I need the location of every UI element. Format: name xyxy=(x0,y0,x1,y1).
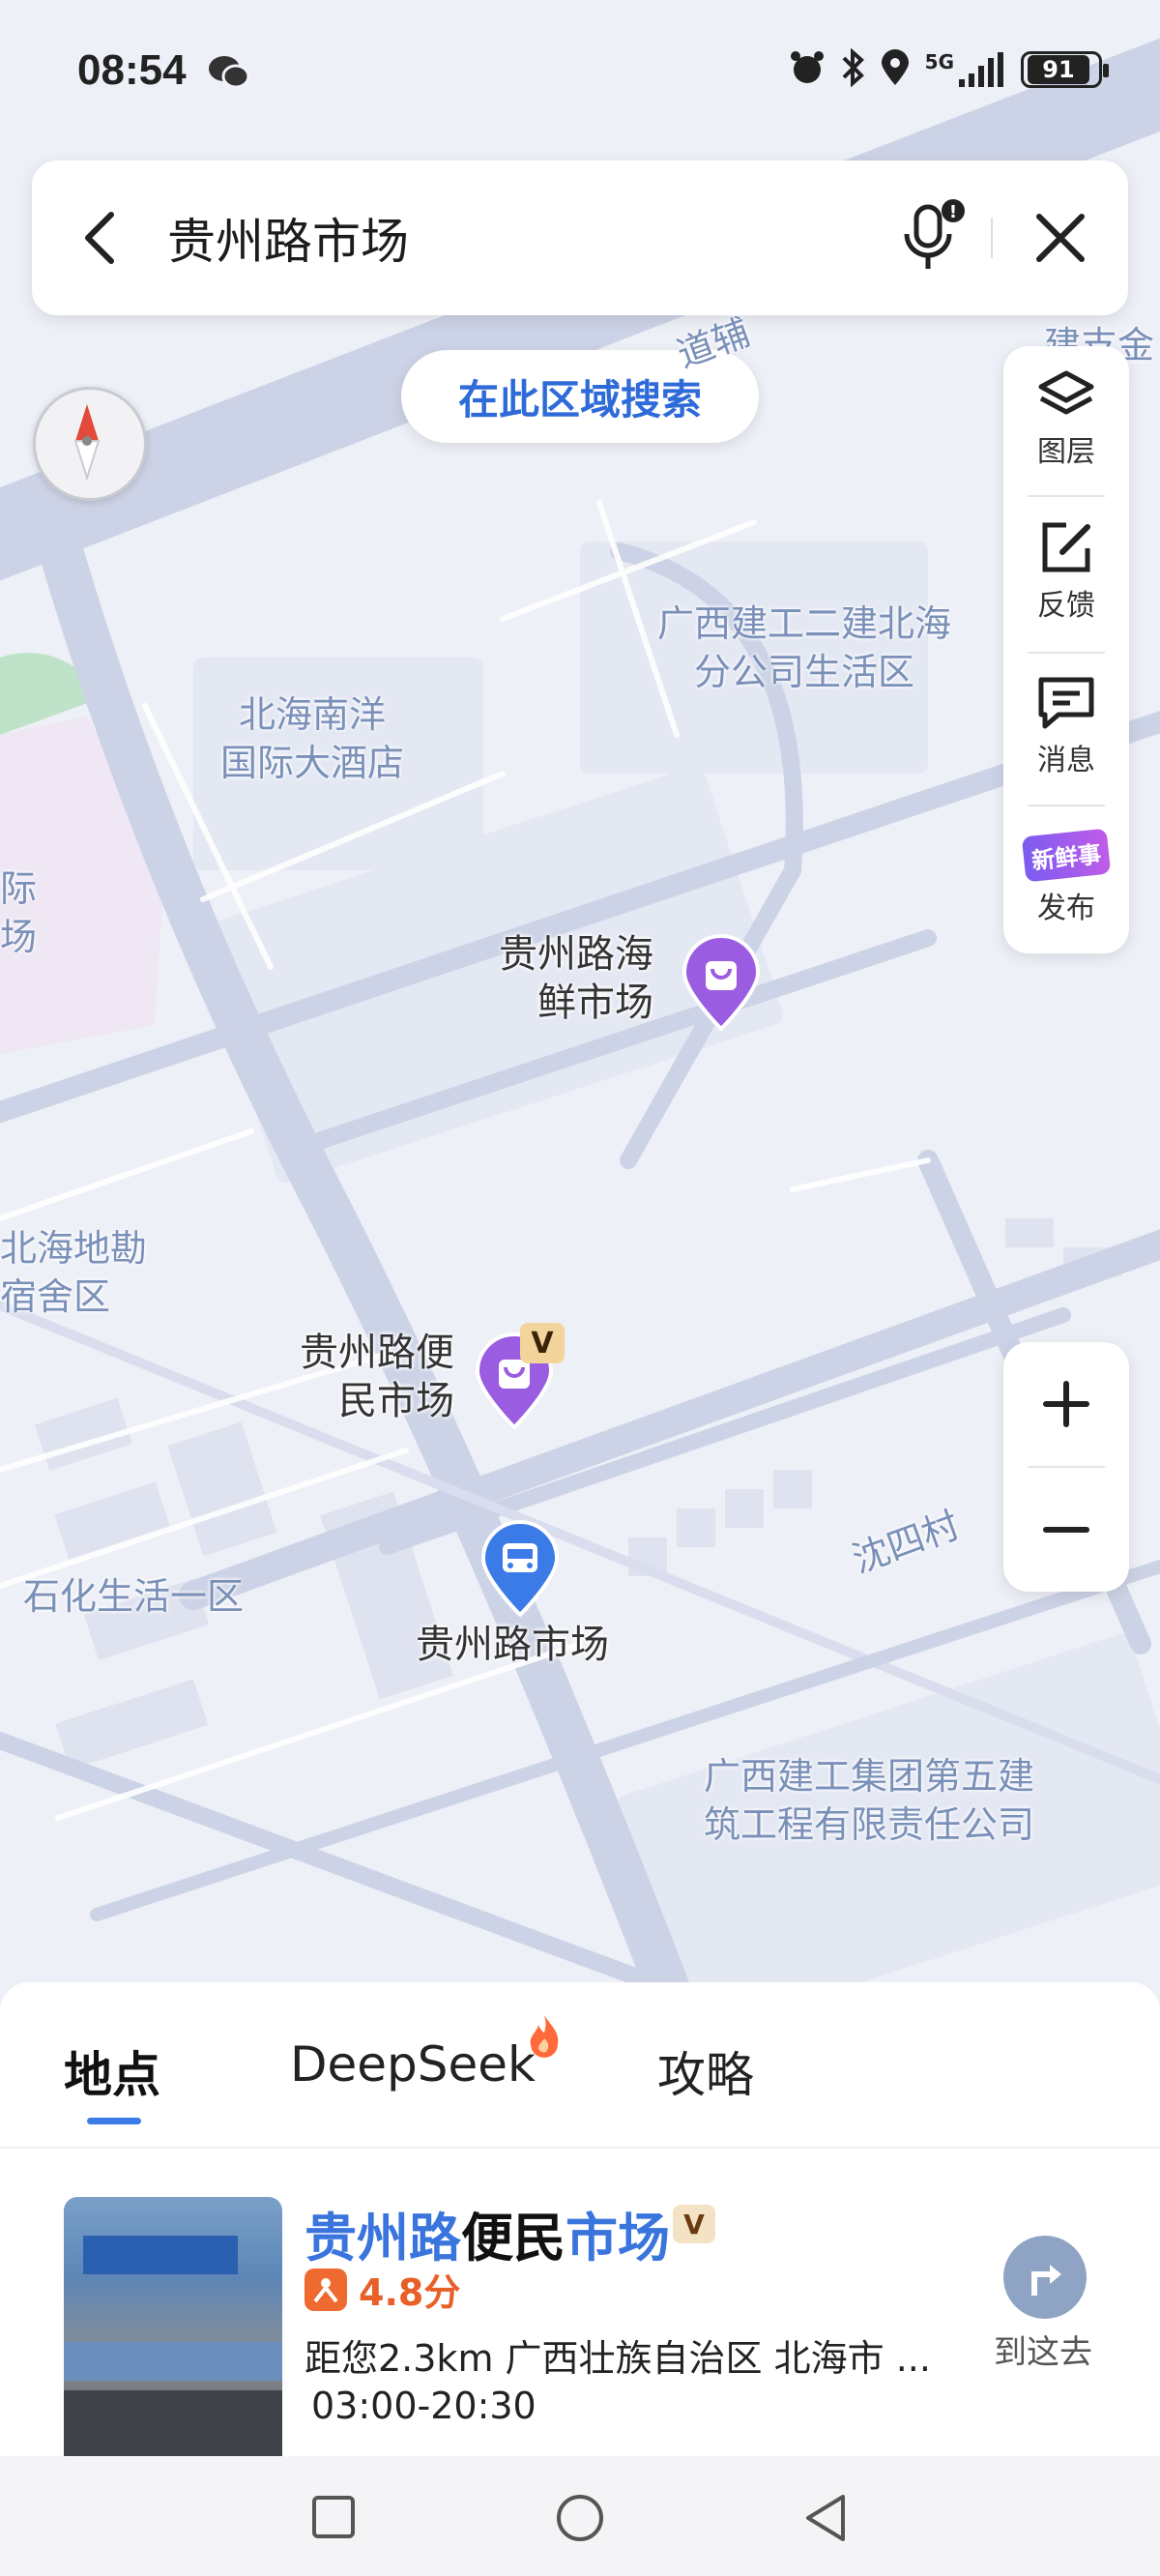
title-segment: 贵州路 xyxy=(304,2208,461,2269)
status-time: 08:54 xyxy=(77,46,187,94)
close-icon xyxy=(1036,214,1085,262)
microphone-icon: ! xyxy=(904,199,965,269)
zoom-out-button[interactable] xyxy=(1003,1468,1129,1592)
publish-label: 发布 xyxy=(1037,891,1095,925)
search-input[interactable]: 贵州路市场 xyxy=(167,203,875,273)
back-nav-button[interactable] xyxy=(802,2493,847,2547)
alarm-icon xyxy=(788,48,826,91)
square-icon xyxy=(312,2496,355,2538)
area-label-line: 北海南洋 xyxy=(239,693,387,736)
poi-label-line: 民市场 xyxy=(338,1379,454,1423)
route-arrow-icon xyxy=(1031,2265,1061,2296)
tab-places[interactable]: 地点 xyxy=(64,2036,160,2106)
search-bar: 贵州路市场 ! xyxy=(32,161,1128,315)
voice-search-button[interactable]: ! xyxy=(875,161,991,315)
bus-stop-pin-icon xyxy=(480,1520,560,1618)
poi-label-line: 贵州路便 xyxy=(300,1331,454,1375)
active-tab-indicator xyxy=(87,2118,141,2124)
result-tabs: 地点 DeepSeek 攻略 xyxy=(0,1982,1160,2149)
verified-badge: V xyxy=(520,1323,565,1363)
clear-search-button[interactable] xyxy=(993,161,1128,315)
map-tools-panel: 图层 反馈 消息 新鲜事 发布 xyxy=(1003,346,1129,953)
tab-deepseek[interactable]: DeepSeek xyxy=(290,2036,536,2093)
messages-label: 消息 xyxy=(1037,744,1095,777)
area-label-line: 筑工程有限责任公司 xyxy=(704,1803,1035,1846)
poi-label-bus-stop[interactable]: 贵州路市场 xyxy=(416,1621,609,1669)
poi-marker-bus-stop[interactable] xyxy=(479,1520,561,1621)
hot-fire-icon xyxy=(525,2013,564,2066)
title-segment: 市场 xyxy=(566,2208,670,2269)
area-label-line: 广西建工二建北海 xyxy=(657,602,952,645)
area-label-shihua: 石化生活一区 xyxy=(23,1575,245,1618)
area-label-guangxi-jiangong-2: 广西建工二建北海 分公司生活区 xyxy=(657,600,951,696)
poi-marker-seafood-market[interactable] xyxy=(681,934,762,1035)
area-label-line: 际 xyxy=(0,867,38,910)
poi-label-line: 鲜市场 xyxy=(537,981,653,1025)
zoom-in-button[interactable] xyxy=(1003,1342,1129,1466)
area-label-guangxi-jiangong-5: 广西建工集团第五建 筑工程有限责任公司 xyxy=(704,1752,1034,1849)
result-opening-hours: 03:00-20:30 xyxy=(311,2385,536,2427)
rating-row: 4.8分 xyxy=(304,2263,460,2316)
battery-level: 91 xyxy=(1028,55,1089,84)
message-icon xyxy=(1038,677,1094,729)
area-label-line: 分公司生活区 xyxy=(694,651,915,693)
area-label-beihai-dikan: 北海地勘 宿舍区 xyxy=(0,1224,147,1321)
wechat-notification-icon xyxy=(207,52,251,95)
area-label-left-edge: 际 场 xyxy=(0,864,37,961)
network-type-label: 5G xyxy=(924,50,954,73)
shopping-bag-pin-icon xyxy=(682,934,761,1032)
area-label-line: 北海地勘 xyxy=(0,1227,148,1270)
new-things-badge-icon: 新鲜事 xyxy=(1021,828,1112,882)
tab-guides[interactable]: 攻略 xyxy=(657,2036,754,2106)
rating-score: 4.8分 xyxy=(359,2271,461,2314)
area-label-beihai-nanyang: 北海南洋 国际大酒店 xyxy=(220,690,404,787)
result-photo[interactable] xyxy=(64,2197,282,2456)
circle-icon xyxy=(557,2495,603,2541)
zoom-controls xyxy=(1003,1342,1129,1592)
location-icon xyxy=(879,48,912,91)
layers-button[interactable]: 图层 xyxy=(1003,346,1129,491)
navigate-here-label[interactable]: 到这去 xyxy=(994,2326,1092,2373)
rating-brand-icon xyxy=(304,2268,347,2311)
back-button[interactable] xyxy=(32,161,167,315)
edit-feedback-icon xyxy=(1042,522,1090,572)
area-label-line: 宿舍区 xyxy=(0,1275,111,1318)
area-label-line: 场 xyxy=(0,916,38,958)
recent-apps-button[interactable] xyxy=(311,2495,356,2543)
area-label-line: 广西建工集团第五建 xyxy=(704,1755,1035,1798)
title-segment: 便民 xyxy=(461,2208,566,2269)
svg-text:!: ! xyxy=(949,202,957,222)
result-card[interactable]: 贵州路便民市场 V 4.8分 距您2.3km 广西壮族自治区 北海市 ... 0… xyxy=(0,2147,1160,2456)
back-arrow-icon xyxy=(85,212,114,264)
triangle-back-icon xyxy=(806,2495,845,2541)
feedback-label: 反馈 xyxy=(1037,589,1095,623)
result-distance-address: 距您2.3km 广西壮族自治区 北海市 ... xyxy=(304,2337,931,2380)
area-label-line: 国际大酒店 xyxy=(220,742,405,784)
home-button[interactable] xyxy=(555,2493,605,2547)
compass-icon xyxy=(73,404,101,482)
result-title[interactable]: 贵州路便民市场 xyxy=(304,2195,670,2271)
compass-button[interactable] xyxy=(33,387,147,501)
bluetooth-icon xyxy=(840,47,865,91)
plus-icon xyxy=(1043,1381,1089,1427)
poi-label-seafood-market[interactable]: 贵州路海 鲜市场 xyxy=(499,930,653,1027)
poi-label-line: 贵州路海 xyxy=(499,932,653,977)
layers-label: 图层 xyxy=(1037,435,1095,469)
poi-label-convenience-market[interactable]: 贵州路便 民市场 xyxy=(300,1329,454,1425)
verified-badge: V xyxy=(673,2205,715,2243)
system-nav-bar xyxy=(0,2456,1160,2576)
messages-button[interactable]: 消息 xyxy=(1003,654,1129,799)
feedback-button[interactable]: 反馈 xyxy=(1003,499,1129,644)
battery-icon: 91 xyxy=(1021,51,1109,88)
layers-icon xyxy=(1038,370,1094,415)
status-icons: 5G 91 xyxy=(788,47,1109,91)
publish-button[interactable]: 新鲜事 发布 xyxy=(1003,806,1129,951)
results-sheet: 地点 DeepSeek 攻略 贵州路便民市场 V 4.8分 距您2.3km 广西… xyxy=(0,1982,1160,2456)
navigate-here-button[interactable] xyxy=(1003,2236,1087,2319)
signal-5g-icon: 5G xyxy=(925,50,1007,89)
minus-icon xyxy=(1043,1527,1089,1533)
